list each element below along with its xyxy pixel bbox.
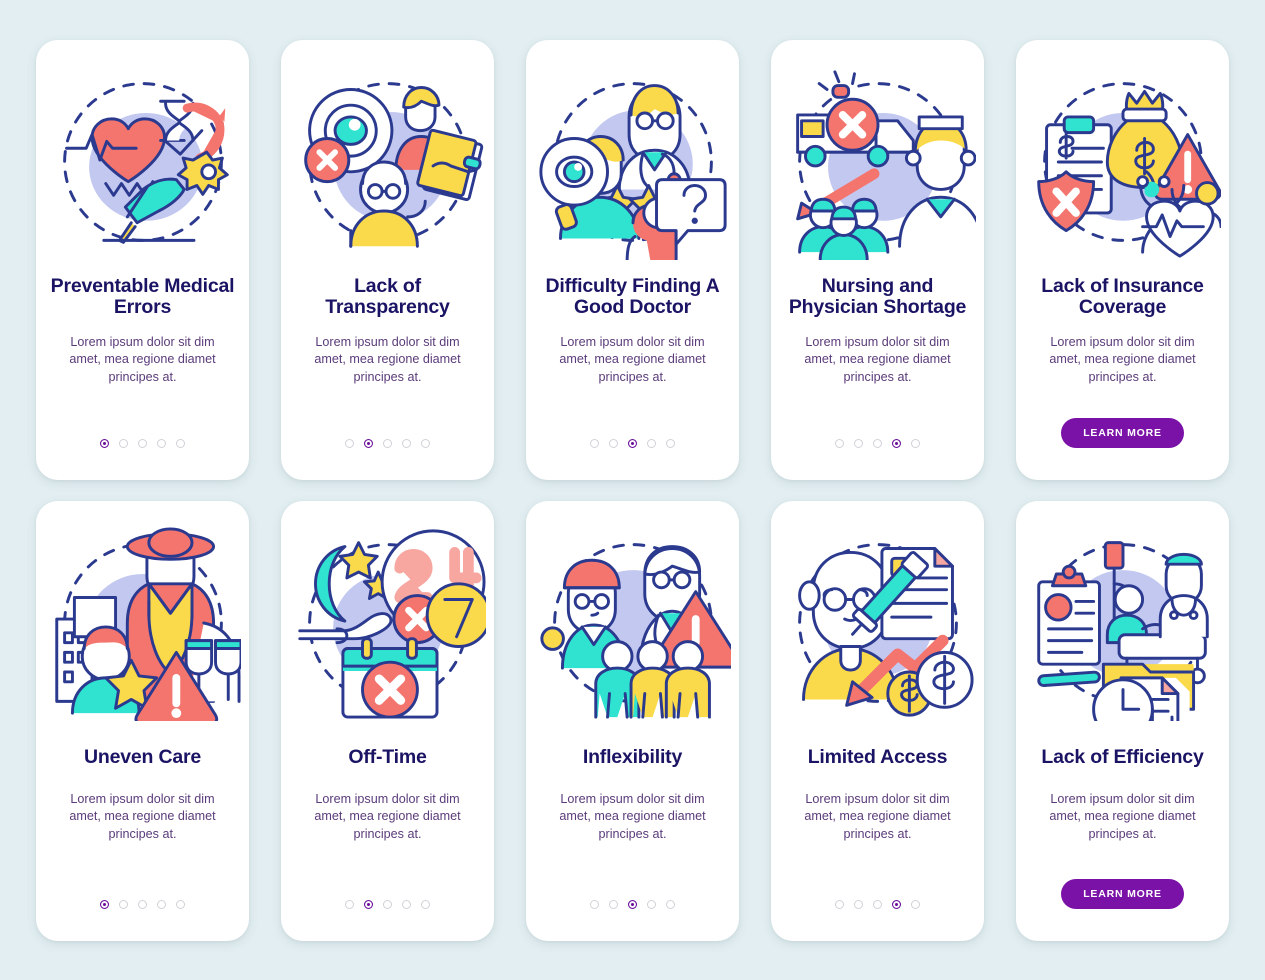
card-body: Lorem ipsum dolor sit dim amet, mea regi… — [1049, 334, 1196, 385]
pagination-dot[interactable] — [628, 438, 637, 448]
pagination-dot[interactable] — [119, 438, 128, 448]
pagination-dot[interactable] — [911, 438, 920, 448]
card-body: Lorem ipsum dolor sit dim amet, mea regi… — [69, 791, 216, 842]
card-body: Lorem ipsum dolor sit dim amet, mea regi… — [1049, 791, 1196, 842]
farmer-city-star-warning-icon — [45, 525, 241, 721]
pagination-dot[interactable] — [647, 899, 656, 909]
pagination-dot[interactable] — [383, 899, 392, 909]
pagination-dot[interactable] — [138, 438, 147, 448]
pagination-dot[interactable] — [100, 438, 109, 448]
pagination-dot[interactable] — [176, 899, 185, 909]
pagination-dot[interactable] — [854, 899, 863, 909]
heart-hourglass-gear-hand-pen-icon — [45, 64, 241, 260]
pagination-dot[interactable] — [100, 899, 109, 909]
pagination-dot[interactable] — [421, 899, 430, 909]
onboarding-card-limited-access[interactable]: Limited Access Lorem ipsum dolor sit dim… — [771, 500, 984, 941]
card-body: Lorem ipsum dolor sit dim amet, mea regi… — [69, 334, 216, 385]
pagination-dots[interactable] — [835, 438, 920, 448]
pagination-dot[interactable] — [138, 899, 147, 909]
onboarding-card-lack-of-insurance-coverage[interactable]: Lack of Insurance Coverage Lorem ipsum d… — [1016, 39, 1229, 480]
pagination-dot[interactable] — [628, 899, 637, 909]
moon-stars-hand-247-calendar-cross-icon — [290, 525, 486, 721]
card-body: Lorem ipsum dolor sit dim amet, mea regi… — [314, 334, 461, 385]
pagination-dots[interactable] — [345, 899, 430, 909]
nurse-doctor-warning-crowd-icon — [535, 525, 731, 721]
pagination-dot[interactable] — [892, 899, 901, 909]
card-title: Inflexibility — [582, 745, 683, 768]
pagination-dot[interactable] — [647, 438, 656, 448]
card-title: Lack of Efficiency — [1041, 745, 1204, 768]
card-title: Uneven Care — [83, 745, 202, 768]
card-title: Off-Time — [348, 745, 427, 768]
pagination-dot[interactable] — [402, 438, 411, 448]
pagination-dot[interactable] — [590, 899, 599, 909]
pagination-dot[interactable] — [873, 438, 882, 448]
onboarding-card-off-time[interactable]: Off-Time Lorem ipsum dolor sit dim amet,… — [281, 500, 494, 941]
pagination-dots[interactable] — [590, 438, 675, 448]
card-title: Difficulty Finding A Good Doctor — [545, 274, 720, 319]
pagination-dot[interactable] — [157, 438, 166, 448]
pagination-dots[interactable] — [590, 899, 675, 909]
pagination-dot[interactable] — [835, 438, 844, 448]
onboarding-card-inflexibility[interactable]: Inflexibility Lorem ipsum dolor sit dim … — [526, 500, 739, 941]
pagination-dot[interactable] — [666, 899, 675, 909]
pagination-dot[interactable] — [911, 899, 920, 909]
pagination-dots[interactable] — [345, 438, 430, 448]
card-title: Preventable Medical Errors — [50, 274, 235, 319]
pagination-dots[interactable] — [100, 899, 185, 909]
learn-more-button[interactable]: LEARN MORE — [1061, 417, 1184, 448]
pagination-dot[interactable] — [421, 438, 430, 448]
pagination-dot[interactable] — [176, 438, 185, 448]
card-body: Lorem ipsum dolor sit dim amet, mea regi… — [559, 791, 706, 842]
pagination-dot[interactable] — [402, 899, 411, 909]
onboarding-card-uneven-care[interactable]: Uneven Care Lorem ipsum dolor sit dim am… — [36, 500, 249, 941]
clipboard-moneybag-warning-stethoscope-icon — [1025, 64, 1221, 260]
pagination-dot[interactable] — [590, 438, 599, 448]
onboarding-card-difficulty-finding-a-good-doctor[interactable]: Difficulty Finding A Good Doctor Lorem i… — [526, 39, 739, 480]
pagination-dot[interactable] — [666, 438, 675, 448]
ambulance-cross-nurse-crowd-icon — [780, 64, 976, 260]
pagination-dots[interactable] — [100, 438, 185, 448]
card-body: Lorem ipsum dolor sit dim amet, mea regi… — [559, 334, 706, 385]
pagination-dot[interactable] — [609, 438, 618, 448]
pagination-dot[interactable] — [364, 438, 373, 448]
eye-cross-people-document-icon — [290, 64, 486, 260]
pagination-dots[interactable] — [835, 899, 920, 909]
card-body: Lorem ipsum dolor sit dim amet, mea regi… — [804, 791, 951, 842]
pagination-dot[interactable] — [345, 438, 354, 448]
pagination-dot[interactable] — [364, 899, 373, 909]
card-title: Lack of Transparency — [325, 274, 450, 319]
pagination-dot[interactable] — [892, 438, 901, 448]
pagination-dot[interactable] — [854, 438, 863, 448]
card-body: Lorem ipsum dolor sit dim amet, mea regi… — [314, 791, 461, 842]
onboarding-card-nursing-and-physician-shortage[interactable]: Nursing and Physician Shortage Lorem ips… — [771, 39, 984, 480]
pagination-dot[interactable] — [119, 899, 128, 909]
clipboard-hospitalbed-folder-clock-icon — [1025, 525, 1221, 721]
learn-more-button[interactable]: LEARN MORE — [1061, 878, 1184, 909]
card-title: Limited Access — [807, 745, 948, 768]
onboarding-screens-grid: Preventable Medical Errors Lorem ipsum d… — [0, 0, 1265, 980]
pagination-dot[interactable] — [609, 899, 618, 909]
pagination-dot[interactable] — [157, 899, 166, 909]
elder-syringe-document-arrow-coins-icon — [780, 525, 976, 721]
onboarding-card-lack-of-efficiency[interactable]: Lack of Efficiency Lorem ipsum dolor sit… — [1016, 500, 1229, 941]
pagination-dot[interactable] — [835, 899, 844, 909]
pagination-dot[interactable] — [383, 438, 392, 448]
doctor-stars-magnifier-question-icon — [535, 64, 731, 260]
card-title: Lack of Insurance Coverage — [1041, 274, 1204, 319]
card-body: Lorem ipsum dolor sit dim amet, mea regi… — [804, 334, 951, 385]
pagination-dot[interactable] — [345, 899, 354, 909]
onboarding-card-preventable-medical-errors[interactable]: Preventable Medical Errors Lorem ipsum d… — [36, 39, 249, 480]
onboarding-card-lack-of-transparency[interactable]: Lack of Transparency Lorem ipsum dolor s… — [281, 39, 494, 480]
pagination-dot[interactable] — [873, 899, 882, 909]
card-title: Nursing and Physician Shortage — [788, 274, 967, 319]
